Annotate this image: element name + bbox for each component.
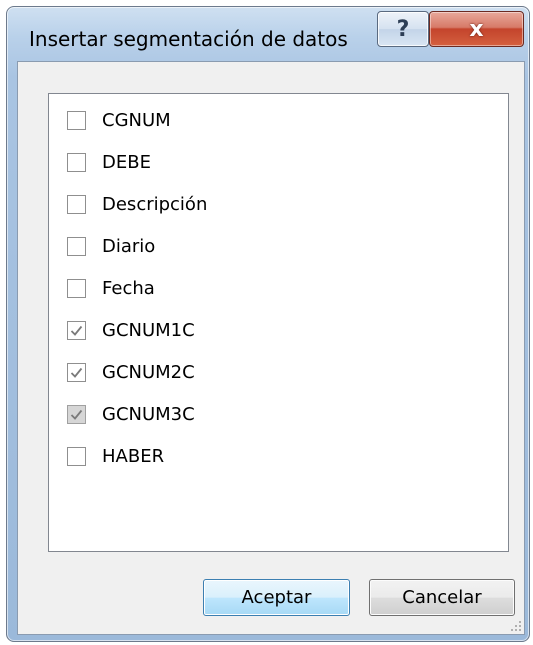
dialog-title: Insertar segmentación de datos bbox=[29, 27, 348, 51]
field-checkbox[interactable] bbox=[67, 362, 86, 382]
help-button[interactable]: ? bbox=[377, 11, 429, 47]
field-label: Diario bbox=[102, 235, 156, 257]
field-label: GCNUM1C bbox=[102, 319, 195, 341]
field-checkbox[interactable] bbox=[67, 278, 86, 298]
checkmark-icon bbox=[70, 325, 83, 336]
accept-button[interactable]: Aceptar bbox=[203, 579, 350, 616]
close-icon: x bbox=[469, 16, 484, 42]
field-checkbox[interactable] bbox=[67, 404, 86, 424]
field-item[interactable]: GCNUM2C bbox=[67, 357, 195, 387]
checkmark-icon bbox=[70, 409, 83, 420]
field-checkbox[interactable] bbox=[67, 152, 86, 172]
field-item[interactable]: Diario bbox=[67, 231, 155, 261]
field-item[interactable]: HABER bbox=[67, 441, 164, 471]
dialog-client-area: CGNUM DEBE Descripción Diario Fecha GCNUM1C GC… bbox=[17, 61, 525, 635]
field-checkbox[interactable] bbox=[67, 110, 86, 130]
field-item[interactable]: GCNUM3C bbox=[67, 399, 195, 429]
field-item[interactable]: CGNUM bbox=[67, 105, 171, 135]
field-checkbox[interactable] bbox=[67, 236, 86, 256]
field-item[interactable]: Descripción bbox=[67, 189, 207, 219]
dialog-window: Insertar segmentación de datos ? x CGNUM… bbox=[6, 6, 530, 642]
help-icon: ? bbox=[396, 16, 410, 42]
field-item[interactable]: GCNUM1C bbox=[67, 315, 195, 345]
resize-grip-icon[interactable] bbox=[510, 620, 522, 632]
field-label: GCNUM3C bbox=[102, 403, 195, 425]
field-item[interactable]: DEBE bbox=[67, 147, 151, 177]
field-checkbox[interactable] bbox=[67, 446, 86, 466]
field-list[interactable]: CGNUM DEBE Descripción Diario Fecha GCNUM1C GC… bbox=[48, 93, 509, 552]
field-checkbox[interactable] bbox=[67, 320, 86, 340]
field-label: Fecha bbox=[102, 277, 155, 299]
field-item[interactable]: Fecha bbox=[67, 273, 155, 303]
field-label: Descripción bbox=[102, 193, 208, 215]
field-label: DEBE bbox=[102, 151, 151, 173]
field-label: CGNUM bbox=[102, 109, 171, 131]
field-checkbox[interactable] bbox=[67, 194, 86, 214]
field-label: HABER bbox=[102, 445, 165, 467]
close-button[interactable]: x bbox=[429, 11, 524, 47]
cancel-button[interactable]: Cancelar bbox=[369, 579, 515, 616]
checkmark-icon bbox=[70, 367, 83, 378]
field-label: GCNUM2C bbox=[102, 361, 195, 383]
